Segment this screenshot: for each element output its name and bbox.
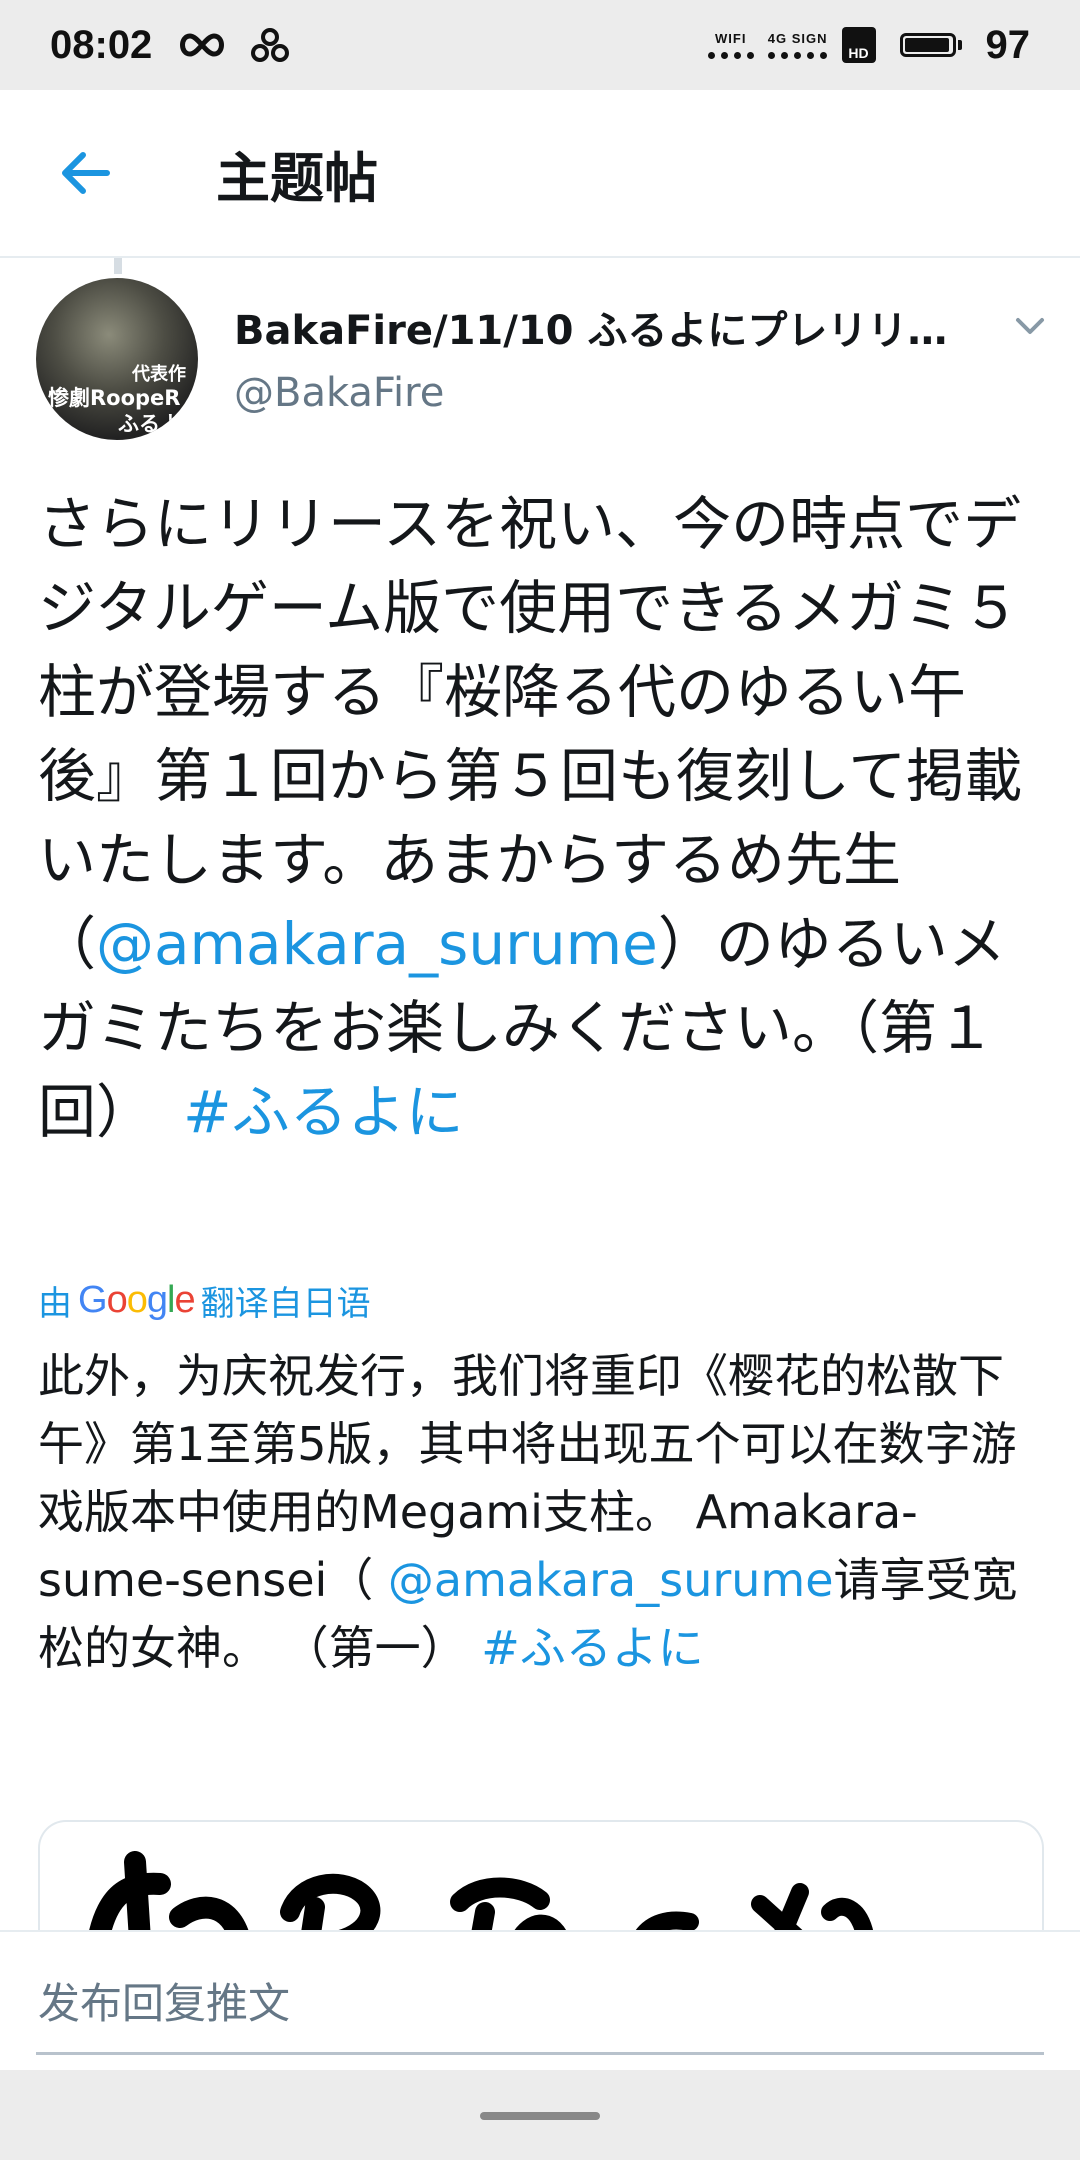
system-nav-bar [0, 2070, 1080, 2160]
tweet-text: さらにリリースを祝い、今の時点でデジタルゲーム版で使用できるメガミ５柱が登場する… [38, 482, 1048, 1154]
back-arrow-icon [62, 152, 110, 194]
status-left-icons [176, 27, 290, 63]
hashtag-link[interactable]: #ふるよに [481, 1621, 704, 1675]
username[interactable]: @BakaFire [234, 370, 444, 416]
google-logo: Google [78, 1279, 196, 1321]
battery-percent: 97 [985, 22, 1031, 67]
avatar-text: ふるよ [118, 412, 181, 436]
reply-input[interactable]: 发布回复推文 [38, 1970, 290, 2031]
wifi-label: WIFI [715, 30, 747, 46]
translated-text: 此外，为庆祝发行，我们将重印《樱花的松散下午》第1至第5版，其中将出现五个可以在… [38, 1342, 1048, 1682]
tweet-text-part: さらにリリースを祝い、今の時点でデジタルゲーム版で使用できるメガミ５柱が登場する… [38, 490, 1023, 978]
mention-link[interactable]: @amakara_surume [388, 1553, 834, 1607]
infinity-icon [180, 33, 225, 57]
reply-input-underline [36, 2052, 1044, 2055]
media-card[interactable] [38, 1820, 1044, 1940]
reply-bar: 发布回复推文 [0, 1930, 1080, 2070]
chevron-down-icon[interactable] [1010, 306, 1050, 346]
mention-link[interactable]: @amakara_surume [96, 910, 658, 978]
status-bar: 08:02 WIFI 4G SIGN HD 97 [0, 0, 1080, 90]
wifi-signal-icon [707, 51, 754, 59]
media-image [89, 1851, 875, 1940]
app-notification-icon [251, 28, 290, 62]
translate-attribution[interactable]: 由 Google 翻译自日语 [38, 1276, 371, 1325]
app-header: 主题帖 [0, 90, 1080, 258]
wifi-indicator: WIFI [707, 30, 754, 59]
battery-fill [904, 38, 950, 52]
translate-prefix: 由 [38, 1284, 72, 1324]
home-indicator[interactable] [480, 2112, 600, 2120]
network-label: 4G SIGN [767, 30, 828, 46]
hd-icon: HD [841, 27, 876, 63]
translate-suffix: 翻译自日语 [200, 1284, 371, 1324]
display-name[interactable]: BakaFire/11/10 ふるよにプレリリ… [234, 298, 964, 356]
cellular-signal-icon [768, 51, 828, 59]
hashtag-link[interactable]: #ふるよに [183, 1078, 464, 1146]
back-button[interactable] [0, 89, 170, 257]
page-title: 主题帖 [216, 146, 378, 210]
avatar[interactable]: 代表作 惨劇RoopeR ふるよ [36, 278, 198, 440]
battery-icon [899, 33, 962, 57]
cellular-indicator: 4G SIGN [767, 30, 828, 59]
status-time: 08:02 [50, 22, 153, 67]
thread-connector-line [114, 258, 122, 274]
status-right: WIFI 4G SIGN HD 97 [707, 22, 1031, 68]
